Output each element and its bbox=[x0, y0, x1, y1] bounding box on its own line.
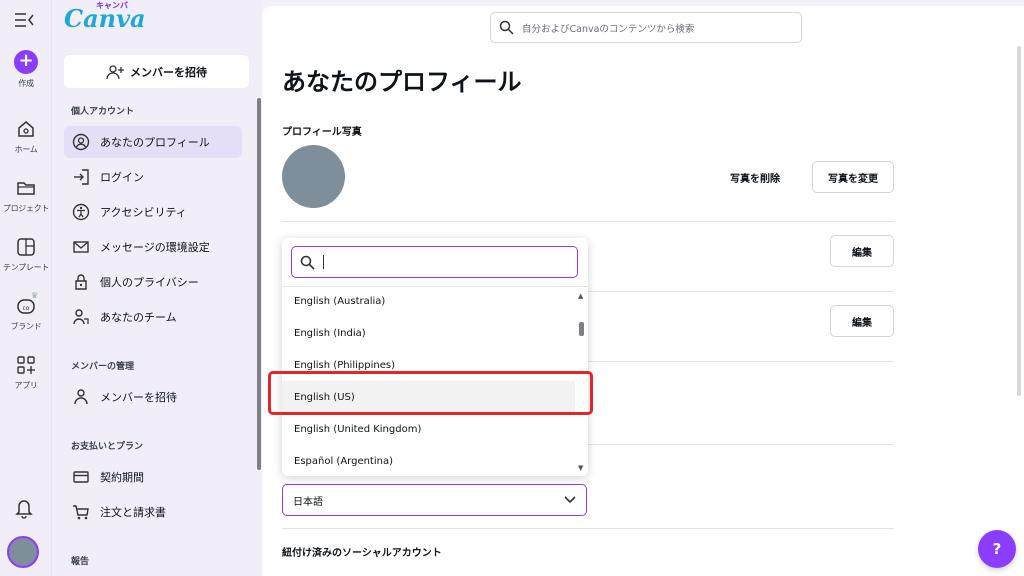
sidebar-item-label: メンバーを招待 bbox=[100, 391, 177, 404]
language-option-label: English (United Kingdom) bbox=[294, 423, 422, 435]
edit-button-2[interactable]: 編集 bbox=[830, 305, 894, 337]
plus-icon: + bbox=[14, 50, 38, 74]
rail-item-apps[interactable]: アプリ bbox=[0, 354, 52, 391]
search-icon bbox=[300, 255, 315, 270]
rail-item-templates[interactable]: テンプレート bbox=[0, 236, 52, 273]
remove-photo-button[interactable]: 写真を削除 bbox=[730, 170, 780, 185]
create-button[interactable]: + 作成 bbox=[0, 50, 52, 89]
sidebar-item-profile[interactable]: あなたのプロフィール bbox=[64, 126, 242, 158]
template-icon bbox=[17, 238, 35, 256]
credit-card-icon bbox=[73, 471, 89, 483]
rail-label-home: ホーム bbox=[14, 145, 38, 154]
accessibility-icon bbox=[72, 203, 90, 221]
sidebar-item-subscription[interactable]: 契約期間 bbox=[64, 461, 242, 493]
main-scrollbar[interactable] bbox=[1017, 46, 1021, 396]
apps-icon bbox=[17, 356, 35, 374]
profile-icon bbox=[72, 133, 90, 151]
language-option[interactable]: English (United Kingdom) bbox=[282, 413, 575, 445]
sidebar-item-team[interactable]: あなたのチーム bbox=[64, 301, 242, 333]
help-label: ? bbox=[992, 540, 1002, 558]
sidebar-item-label: ログイン bbox=[100, 171, 144, 184]
profile-photo-label: プロフィール写真 bbox=[282, 127, 362, 138]
sidebar-scrollbar[interactable] bbox=[257, 98, 261, 470]
canva-logo-katakana: キャンバ bbox=[96, 1, 128, 10]
global-search[interactable]: 自分およびCanvaのコンテンツから検索 bbox=[490, 12, 802, 43]
crown-icon: ♛ bbox=[31, 291, 39, 300]
invite-members-label: メンバーを招待 bbox=[130, 65, 207, 79]
language-search-input[interactable] bbox=[291, 246, 578, 278]
sidebar-item-label: メッセージの環境設定 bbox=[100, 241, 210, 254]
section-billing: お支払いとプラン bbox=[71, 442, 144, 452]
section-personal-account: 個人アカウント bbox=[71, 107, 135, 117]
edit-button-1[interactable]: 編集 bbox=[830, 235, 894, 267]
rail-item-brand[interactable]: ♛ co ブランド bbox=[0, 291, 52, 332]
user-avatar[interactable] bbox=[7, 536, 39, 568]
language-dropdown: English (Australia) English (India) Engl… bbox=[282, 238, 588, 476]
search-icon bbox=[499, 20, 514, 35]
sidebar-item-label: 注文と請求書 bbox=[100, 506, 166, 519]
language-option-label: English (Philippines) bbox=[294, 359, 395, 371]
divider bbox=[282, 221, 894, 222]
icon-rail: + 作成 ホーム プロジェクト テンプレート ♛ co ブランド アプリ bbox=[0, 0, 52, 576]
language-option-label: Español (Argentina) bbox=[294, 455, 393, 467]
divider bbox=[282, 528, 894, 529]
cart-icon bbox=[73, 505, 89, 520]
language-option-label: English (Australia) bbox=[294, 295, 386, 307]
create-label: 作成 bbox=[18, 79, 34, 88]
sidebar-item-login[interactable]: ログイン bbox=[64, 161, 242, 193]
page-title: あなたのプロフィール bbox=[282, 68, 522, 96]
team-icon bbox=[73, 309, 89, 325]
rail-label-templates: テンプレート bbox=[3, 263, 49, 272]
chevron-down-icon bbox=[564, 496, 576, 504]
mail-icon bbox=[73, 241, 89, 253]
scroll-up-arrow-icon[interactable]: ▲ bbox=[578, 292, 583, 300]
section-member-management: メンバーの管理 bbox=[71, 362, 135, 372]
rail-item-home[interactable]: ホーム bbox=[0, 118, 52, 155]
login-icon bbox=[74, 169, 89, 185]
person-icon bbox=[74, 389, 88, 405]
add-people-icon bbox=[106, 64, 124, 79]
home-icon bbox=[18, 121, 34, 137]
text-caret bbox=[323, 255, 324, 269]
sidebar-item-label: 個人のプライバシー bbox=[100, 276, 199, 289]
section-reports: 報告 bbox=[71, 557, 90, 567]
language-select[interactable]: 日本語 bbox=[282, 484, 587, 516]
social-accounts-label: 紐付け済みのソーシャルアカウント bbox=[282, 548, 442, 559]
profile-photo bbox=[282, 145, 345, 208]
change-photo-button[interactable]: 写真を変更 bbox=[812, 161, 894, 193]
privacy-icon bbox=[75, 274, 87, 290]
svg-text:co: co bbox=[23, 305, 30, 312]
rail-label-brand: ブランド bbox=[10, 322, 42, 331]
bell-icon[interactable] bbox=[14, 497, 34, 519]
language-select-value: 日本語 bbox=[293, 496, 323, 508]
sidebar-item-label: あなたのプロフィール bbox=[100, 136, 210, 149]
rail-item-projects[interactable]: プロジェクト bbox=[0, 177, 52, 214]
folder-icon bbox=[17, 182, 35, 195]
sidebar-item-message-settings[interactable]: メッセージの環境設定 bbox=[64, 231, 242, 263]
sidebar-item-invite-members[interactable]: メンバーを招待 bbox=[64, 381, 242, 413]
invite-members-button[interactable]: メンバーを招待 bbox=[64, 55, 249, 88]
collapse-sidebar-icon[interactable] bbox=[14, 11, 36, 29]
language-option[interactable]: English (Australia) bbox=[282, 285, 575, 317]
sidebar-item-label: 契約期間 bbox=[100, 471, 144, 484]
language-option-label: English (India) bbox=[294, 327, 366, 339]
dropdown-scroll-thumb[interactable] bbox=[579, 322, 584, 336]
sidebar-item-label: あなたのチーム bbox=[100, 311, 177, 324]
sidebar-item-privacy[interactable]: 個人のプライバシー bbox=[64, 266, 242, 298]
sidebar-item-accessibility[interactable]: アクセシビリティ bbox=[64, 196, 242, 228]
rail-label-apps: アプリ bbox=[14, 381, 38, 390]
settings-sidebar: Canva キャンバ メンバーを招待 個人アカウント あなたのプロフィール ログ… bbox=[52, 0, 262, 576]
scroll-down-arrow-icon[interactable]: ▼ bbox=[578, 464, 583, 472]
sidebar-item-label: アクセシビリティ bbox=[100, 206, 187, 219]
rail-label-projects: プロジェクト bbox=[2, 204, 50, 213]
search-placeholder: 自分およびCanvaのコンテンツから検索 bbox=[522, 23, 695, 35]
language-option[interactable]: Español (Argentina) bbox=[282, 445, 575, 477]
language-option[interactable]: English (India) bbox=[282, 317, 575, 349]
annotation-highlight-box bbox=[268, 371, 593, 415]
help-button[interactable]: ? bbox=[978, 530, 1016, 568]
sidebar-item-orders[interactable]: 注文と請求書 bbox=[64, 496, 242, 528]
